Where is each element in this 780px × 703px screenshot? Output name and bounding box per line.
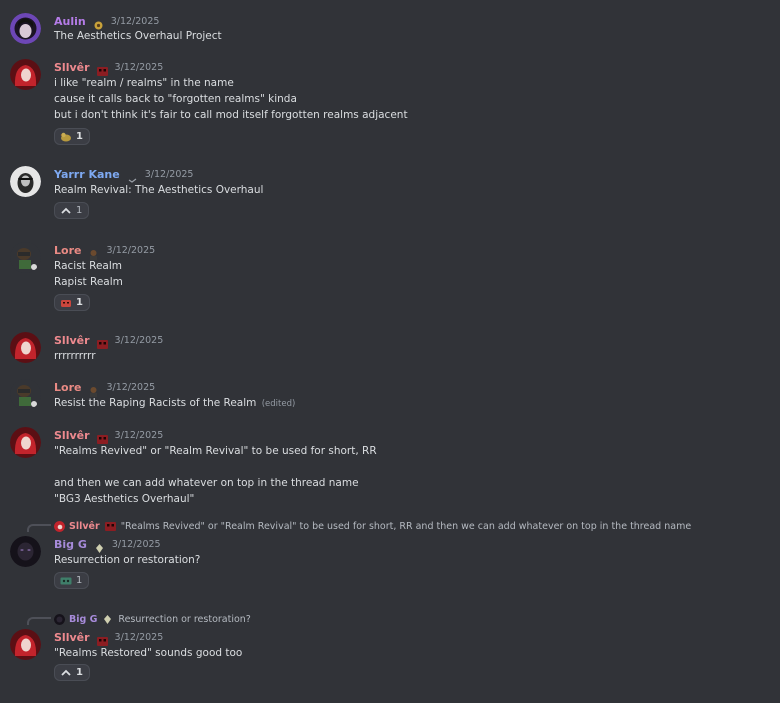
- avatar[interactable]: [10, 13, 41, 44]
- username[interactable]: Sllvêr: [54, 631, 90, 644]
- reply-username: Big G: [69, 613, 98, 625]
- guild-tag-icon: [96, 632, 109, 646]
- avatar[interactable]: [10, 629, 41, 660]
- guild-tag-icon: [87, 245, 100, 260]
- guild-tag-icon: [96, 335, 109, 349]
- message-text-row: Resist the Raping Racists of the Realm (…: [54, 395, 295, 412]
- username[interactable]: Lore: [54, 244, 81, 257]
- message-text: i like "realm / realms" in the name: [54, 77, 234, 89]
- reply-avatar: [54, 520, 65, 532]
- timestamp: 3/12/2025: [110, 15, 160, 27]
- message-text: The Aesthetics Overhaul Project: [54, 30, 222, 42]
- username[interactable]: Lore: [54, 381, 81, 394]
- chat-message-list: Aulin 3/12/2025 The Aesthetics Overhaul …: [0, 0, 780, 703]
- reaction-button[interactable]: 1: [54, 202, 90, 219]
- reply-text: Resurrection or restoration?: [118, 613, 251, 625]
- message-text: rrrrrrrrrr: [54, 350, 96, 362]
- avatar[interactable]: [10, 166, 41, 197]
- reply-spine: [27, 524, 51, 532]
- guild-tag-icon: [96, 62, 109, 76]
- reply-preview[interactable]: Big G Resurrection or restoration?: [54, 612, 251, 626]
- username[interactable]: Sllvêr: [54, 429, 90, 442]
- cassette-emoji-icon: [60, 576, 72, 586]
- reply-text: "Realms Revived" or "Realm Revival" to b…: [120, 520, 692, 532]
- guild-tag-icon: [96, 430, 109, 444]
- avatar[interactable]: [10, 379, 41, 410]
- reply-username: Sllvêr: [69, 520, 100, 532]
- message-text: but i don't think it's fair to call mod …: [54, 109, 408, 121]
- username[interactable]: Aulin: [54, 15, 86, 28]
- reaction-button[interactable]: 1: [54, 128, 90, 145]
- message-text: "Realms Revived" or "Realm Revival" to b…: [54, 445, 377, 457]
- avatar[interactable]: [10, 536, 41, 567]
- reaction-count: 1: [76, 667, 83, 678]
- edited-label: (edited): [261, 399, 296, 409]
- username[interactable]: Yarrr Kane: [54, 168, 120, 181]
- avatar[interactable]: [10, 59, 41, 90]
- message-text: cause it calls back to "forgotten realms…: [54, 93, 297, 105]
- message-text: Resist the Raping Racists of the Realm: [54, 397, 257, 409]
- guild-tag-icon: [92, 16, 105, 29]
- guild-tag-icon: [87, 382, 100, 397]
- guild-tag-icon: [126, 169, 139, 183]
- timestamp: 3/12/2025: [114, 334, 164, 346]
- caret-up-emoji-icon: [60, 668, 72, 678]
- timestamp: 3/12/2025: [111, 538, 161, 550]
- avatar[interactable]: [10, 427, 41, 458]
- message-text: Racist Realm: [54, 260, 122, 272]
- message-text: Realm Revival: The Aesthetics Overhaul: [54, 184, 264, 196]
- avatar[interactable]: [10, 332, 41, 363]
- message-text: "BG3 Aesthetics Overhaul": [54, 493, 195, 505]
- message-text: Rapist Realm: [54, 276, 123, 288]
- caret-up-emoji-icon: [60, 206, 72, 216]
- guild-tag-icon: [104, 521, 117, 532]
- username[interactable]: Sllvêr: [54, 334, 90, 347]
- red-mask-emoji-icon: [60, 298, 72, 308]
- reaction-count: 1: [76, 297, 83, 308]
- username[interactable]: Sllvêr: [54, 61, 90, 74]
- timestamp: 3/12/2025: [106, 244, 156, 256]
- avatar[interactable]: [10, 242, 41, 273]
- timestamp: 3/12/2025: [114, 631, 164, 643]
- reaction-button[interactable]: 1: [54, 572, 90, 589]
- timestamp: 3/12/2025: [106, 381, 156, 393]
- reply-spine: [27, 617, 51, 625]
- reaction-count: 1: [76, 575, 83, 586]
- message-text: and then we can add whatever on top in t…: [54, 477, 359, 489]
- reply-preview[interactable]: Sllvêr "Realms Revived" or "Realm Reviva…: [54, 519, 691, 533]
- guild-tag-icon: [101, 614, 114, 625]
- message-text: "Realms Restored" sounds good too: [54, 647, 243, 659]
- reaction-button[interactable]: 1: [54, 664, 90, 681]
- reply-avatar: [54, 613, 65, 625]
- reaction-count: 1: [76, 131, 83, 142]
- username[interactable]: Big G: [54, 538, 87, 551]
- timestamp: 3/12/2025: [114, 61, 164, 73]
- timestamp: 3/12/2025: [114, 429, 164, 441]
- guild-tag-icon: [93, 539, 106, 553]
- duck-emoji-icon: [60, 132, 72, 142]
- reaction-button[interactable]: 1: [54, 294, 90, 311]
- message-text: Resurrection or restoration?: [54, 554, 201, 566]
- reaction-count: 1: [76, 205, 83, 216]
- timestamp: 3/12/2025: [144, 168, 194, 180]
